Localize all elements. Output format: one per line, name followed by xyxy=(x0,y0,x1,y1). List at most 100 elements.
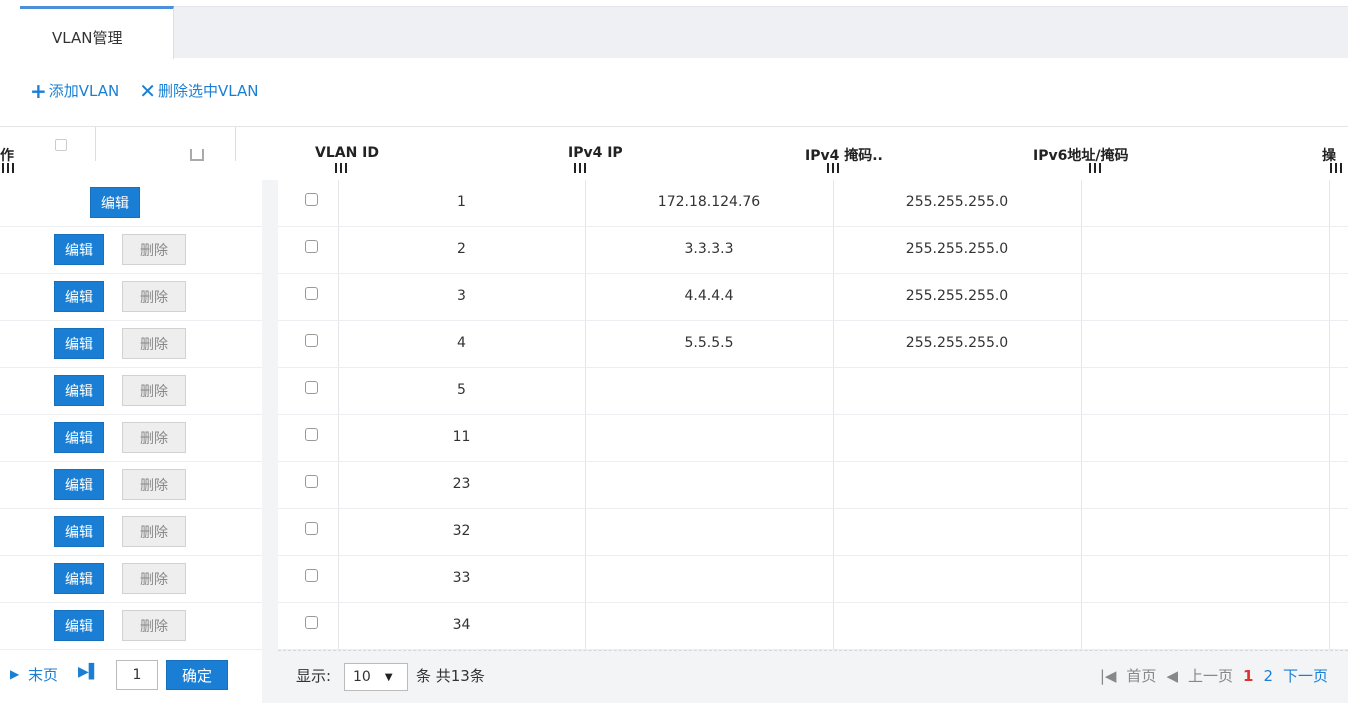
page-link-2[interactable]: 2 xyxy=(1263,667,1273,685)
delete-selected-label: 删除选中VLAN xyxy=(157,82,259,100)
page-link-1[interactable]: 1 xyxy=(1243,667,1253,685)
edit-button[interactable]: 编辑 xyxy=(54,563,104,594)
edit-button[interactable]: 编辑 xyxy=(90,187,140,218)
cell-vlan-id: 3 xyxy=(457,288,466,304)
table-row: 32 xyxy=(278,509,1348,556)
cell-ipv4-mask: 255.255.255.0 xyxy=(905,194,1009,210)
prev-page-link: 上一页 xyxy=(1187,667,1233,685)
resize-handle-icon[interactable] xyxy=(1330,163,1342,173)
header-op-left: 作 xyxy=(0,148,14,164)
tab-label: VLAN管理 xyxy=(52,29,123,47)
edit-button[interactable]: 编辑 xyxy=(54,422,104,453)
prev-icon: ◀ xyxy=(1166,666,1178,685)
row-checkbox[interactable] xyxy=(305,240,318,253)
edit-button[interactable]: 编辑 xyxy=(54,516,104,547)
resize-handle-icon[interactable] xyxy=(827,163,839,173)
resize-handle-icon[interactable] xyxy=(574,163,586,173)
op-row: 编辑 删除 xyxy=(0,603,262,650)
delete-button[interactable]: 删除 xyxy=(122,516,186,547)
edit-button[interactable]: 编辑 xyxy=(54,281,104,312)
pagination-right: 显示: 10 ▼ 条 共13条 |◀ 首页 ◀ 上一页 1 2 下一页 xyxy=(278,650,1348,703)
next-arrow-icon[interactable]: ▶ xyxy=(10,667,19,681)
edit-button[interactable]: 编辑 xyxy=(54,375,104,406)
delete-selected-vlan-button[interactable]: ✕ 删除选中VLAN xyxy=(139,80,258,101)
row-checkbox[interactable] xyxy=(305,616,318,629)
first-page-icon: |◀ xyxy=(1099,666,1117,685)
row-checkbox[interactable] xyxy=(305,334,318,347)
cell-ipv4-mask: 255.255.255.0 xyxy=(905,241,1009,257)
plus-icon: + xyxy=(30,78,47,103)
resize-handle-icon[interactable] xyxy=(2,163,14,173)
row-checkbox[interactable] xyxy=(305,193,318,206)
header-ipv4-mask[interactable]: IPv4 掩码.. xyxy=(805,145,883,165)
header-op-right: 操 xyxy=(1322,148,1336,164)
cell-ipv4-ip: 172.18.124.76 xyxy=(657,194,761,210)
delete-button[interactable]: 删除 xyxy=(122,610,186,641)
total-count: 条 共13条 xyxy=(416,667,485,685)
first-page-link: 首页 xyxy=(1126,667,1157,685)
delete-button[interactable]: 删除 xyxy=(122,281,186,312)
table-row: 23 xyxy=(278,462,1348,509)
table-row: 11 xyxy=(278,415,1348,462)
header-ipv6[interactable]: IPv6地址/掩码 xyxy=(1033,145,1128,165)
last-page-icon[interactable]: ▶▌ xyxy=(78,664,100,680)
delete-button[interactable]: 删除 xyxy=(122,375,186,406)
row-checkbox[interactable] xyxy=(305,569,318,582)
table-row: 34 xyxy=(278,603,1348,650)
page-number-input[interactable] xyxy=(116,660,158,690)
row-checkbox[interactable] xyxy=(305,428,318,441)
page-size-select[interactable]: 10 ▼ xyxy=(344,663,408,691)
op-row: 编辑 xyxy=(0,180,262,227)
header-divider xyxy=(235,127,236,161)
header-checkbox-left[interactable] xyxy=(55,139,67,151)
edit-button[interactable]: 编辑 xyxy=(54,328,104,359)
cell-ipv4-mask: 255.255.255.0 xyxy=(905,288,1009,304)
last-page-link[interactable]: 末页 xyxy=(28,664,58,685)
header-divider xyxy=(95,127,96,161)
edit-button[interactable]: 编辑 xyxy=(54,234,104,265)
header-vlan-id[interactable]: VLAN ID xyxy=(315,145,379,161)
edit-button[interactable]: 编辑 xyxy=(54,469,104,500)
delete-button[interactable]: 删除 xyxy=(122,234,186,265)
table-row: 2 3.3.3.3 255.255.255.0 xyxy=(278,227,1348,274)
next-page-link[interactable]: 下一页 xyxy=(1283,665,1328,686)
resize-handle-icon[interactable] xyxy=(1089,163,1101,173)
op-row: 编辑 删除 xyxy=(0,509,262,556)
table-row: 3 4.4.4.4 255.255.255.0 xyxy=(278,274,1348,321)
cell-ipv4-mask: 255.255.255.0 xyxy=(905,335,1009,351)
resize-handle-icon[interactable] xyxy=(335,163,347,173)
close-icon: ✕ xyxy=(139,78,156,103)
confirm-button[interactable]: 确定 xyxy=(166,660,228,690)
op-row: 编辑 删除 xyxy=(0,368,262,415)
table-row: 1 172.18.124.76 255.255.255.0 xyxy=(278,180,1348,227)
op-row: 编辑 删除 xyxy=(0,462,262,509)
column-settings-icon[interactable] xyxy=(190,149,204,161)
delete-button[interactable]: 删除 xyxy=(122,469,186,500)
show-label: 显示: xyxy=(296,667,332,685)
delete-button[interactable]: 删除 xyxy=(122,328,186,359)
edit-button[interactable]: 编辑 xyxy=(54,610,104,641)
row-checkbox[interactable] xyxy=(305,522,318,535)
page-nav: |◀ 首页 ◀ 上一页 1 2 下一页 xyxy=(1100,665,1328,686)
row-checkbox[interactable] xyxy=(305,287,318,300)
row-checkbox[interactable] xyxy=(305,475,318,488)
cell-vlan-id: 23 xyxy=(452,476,471,492)
vlan-grid: 作 VLAN ID IPv4 IP IPv4 掩码.. IPv6地址/掩码 操 … xyxy=(0,126,1348,703)
delete-button[interactable]: 删除 xyxy=(122,422,186,453)
page-size-value: 10 xyxy=(353,669,371,685)
header-ipv4-ip[interactable]: IPv4 IP xyxy=(568,145,623,161)
pagination-left: ▶ 末页 ▶▌ 确定 xyxy=(0,650,262,703)
row-checkbox[interactable] xyxy=(305,381,318,394)
add-vlan-button[interactable]: + 添加VLAN xyxy=(30,80,119,101)
column-gutter xyxy=(262,180,278,703)
cell-vlan-id: 34 xyxy=(452,617,471,633)
table-row: 5 xyxy=(278,368,1348,415)
cell-ipv4-ip: 3.3.3.3 xyxy=(684,241,734,257)
op-row: 编辑 删除 xyxy=(0,274,262,321)
delete-button[interactable]: 删除 xyxy=(122,563,186,594)
cell-vlan-id: 5 xyxy=(457,382,466,398)
cell-vlan-id: 32 xyxy=(452,523,471,539)
table-header: 作 VLAN ID IPv4 IP IPv4 掩码.. IPv6地址/掩码 操 xyxy=(0,126,1348,180)
cell-vlan-id: 33 xyxy=(452,570,471,586)
tab-vlan-management[interactable]: VLAN管理 xyxy=(20,6,174,59)
